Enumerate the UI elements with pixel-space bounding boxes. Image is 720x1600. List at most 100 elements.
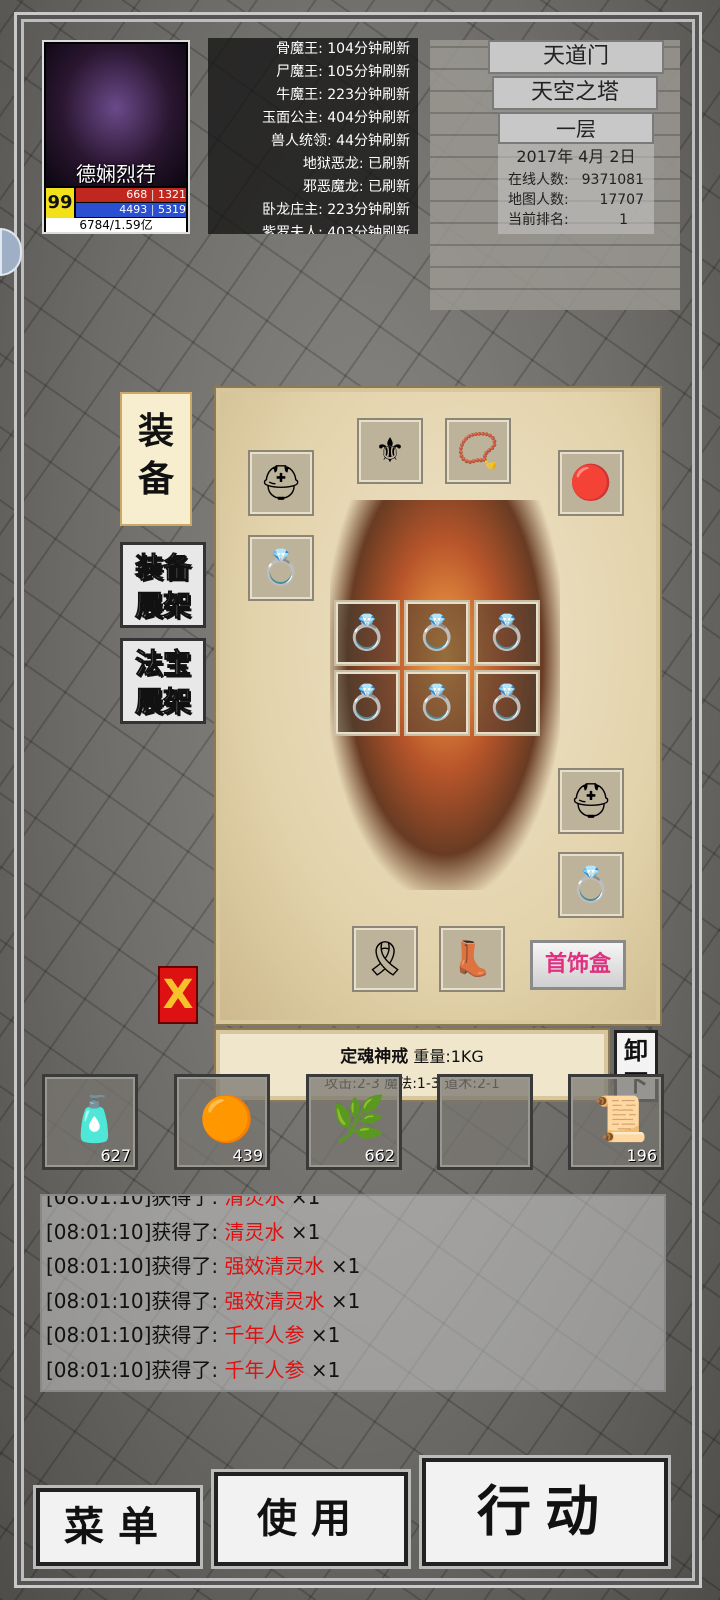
action-button[interactable]: 行动 <box>422 1458 668 1566</box>
log-time: [08:01:10]获得了: <box>46 1219 219 1244</box>
orb-icon: 🔴 <box>569 463 613 503</box>
treasure-shelf-button[interactable]: 法宝 展架 <box>120 638 206 724</box>
log-item: 强效清灵水 <box>224 1254 325 1278</box>
ring-icon: 💍 <box>415 683 459 723</box>
quickbar-slot-2[interactable]: 🟠 439 <box>174 1074 270 1170</box>
log-time: [08:01:10]获得了: <box>46 1323 219 1347</box>
mp-bar: 4493 | 5319 <box>76 203 186 217</box>
log-item: 千年人参 <box>224 1357 305 1382</box>
close-button[interactable]: X <box>158 966 198 1024</box>
necklace-icon: 📿 <box>456 431 500 471</box>
slot-medal[interactable]: ⚜ <box>357 418 423 484</box>
use-button[interactable]: 使用 <box>214 1472 408 1566</box>
boots-icon: 👢 <box>450 939 494 979</box>
ring-icon: 💍 <box>345 613 389 653</box>
hp-max: 1321 <box>158 188 186 201</box>
item-weight: 重量:1KG <box>413 1047 484 1066</box>
quickbar-slot-3[interactable]: 🌿 662 <box>306 1074 402 1170</box>
quickbar-slot-1[interactable]: 🧴 627 <box>42 1074 138 1170</box>
slot-ring-2[interactable]: 💍 <box>404 600 470 666</box>
boss-entry: 紫罗夫人: 403分钟刷新 <box>262 225 410 234</box>
log-line: [08:01:10]获得了: 清灵水 ×1 <box>42 1215 664 1250</box>
ring-icon: 💍 <box>259 548 303 588</box>
shelf-label-top: 法宝 <box>134 647 191 681</box>
quickbar-slot-4[interactable] <box>437 1074 533 1170</box>
equipment-shelf-button[interactable]: 装备 展架 <box>120 542 206 628</box>
slot-helmet[interactable]: ⛑ <box>248 450 314 516</box>
sect-label: 天道门 <box>488 40 664 74</box>
ring-icon: 💍 <box>415 613 459 653</box>
helmet-icon: ⛑ <box>259 463 303 503</box>
log-item: 千年人参 <box>224 1323 305 1347</box>
hp-current: 668 <box>126 188 148 201</box>
online-value: 9371081 <box>581 172 644 188</box>
shelf-label-bottom: 展架 <box>134 589 191 623</box>
log-item: 清灵水 <box>224 1219 285 1244</box>
game-date: 2017年 4月 2日 <box>516 147 636 166</box>
player-level: 99 <box>46 188 74 218</box>
slot-necklace[interactable]: 📿 <box>445 418 511 484</box>
shelf-label-top: 装备 <box>134 551 191 585</box>
slot-ring-3[interactable]: 💍 <box>474 600 540 666</box>
server-stats: 2017年 4月 2日 在线人数: 9371081 地图人数: 17707 当前排名… <box>498 144 654 234</box>
exp-readout: 6784/1.59亿 <box>46 218 186 232</box>
log-item: 强效清灵水 <box>224 1288 325 1313</box>
mp-current: 4493 <box>119 203 148 216</box>
hp-bar: 668 | 1321 <box>76 188 186 202</box>
map-pop-label: 地图人数: <box>508 192 569 208</box>
ginseng-icon: 🌿 <box>331 1094 386 1145</box>
log-qty: ×1 <box>290 1194 321 1209</box>
log-time: [08:01:10]获得了: <box>46 1357 219 1382</box>
log-time: [08:01:10]获得了: <box>46 1254 219 1278</box>
player-portrait[interactable]: 德娴烈荇 99 668 | 1321 4493 | 5319 6784/1.59… <box>42 40 190 234</box>
boss-entry: 玉面公主: 404分钟刷新 <box>262 110 410 126</box>
slot-ring-6[interactable]: 💍 <box>474 670 540 736</box>
boss-entry: 卧龙庄主: 223分钟刷新 <box>262 202 410 218</box>
slot-ring-right[interactable]: 💍 <box>558 852 624 918</box>
player-name: 德娴烈荇 <box>76 162 156 186</box>
log-line: [08:01:10]获得了: 千年人参 ×1 <box>42 1318 664 1353</box>
rank-value: 1 <box>619 212 628 228</box>
log-qty: ×1 <box>290 1219 321 1244</box>
system-log[interactable]: [08:01:10]获得了: 清灵水 ×1 [08:01:10]获得了: 清灵水… <box>40 1194 666 1392</box>
map-pop-value: 17707 <box>599 192 644 208</box>
belt-icon: 🎗 <box>363 939 407 979</box>
ring-icon: 💍 <box>569 865 613 905</box>
boss-entry: 兽人统领: 44分钟刷新 <box>271 133 410 149</box>
log-qty: ×1 <box>310 1323 341 1347</box>
item-count: 196 <box>626 1146 657 1165</box>
log-line: [08:01:10]获得了: 千年人参 ×1 <box>42 1353 664 1388</box>
boss-entry: 骨魔王: 104分钟刷新 <box>276 41 410 57</box>
log-qty: ×1 <box>310 1357 341 1382</box>
mp-max: 5319 <box>158 203 186 216</box>
slot-ring-5[interactable]: 💍 <box>404 670 470 736</box>
floor-label: 一层 <box>498 112 654 144</box>
boss-refresh-list[interactable]: 骨魔王: 104分钟刷新 尸魔王: 105分钟刷新 牛魔王: 223分钟刷新 玉… <box>208 38 418 234</box>
rank-label: 当前排名: <box>508 212 569 228</box>
slot-ring-left[interactable]: 💍 <box>248 535 314 601</box>
slot-belt[interactable]: 🎗 <box>352 926 418 992</box>
log-item: 清灵水 <box>224 1194 285 1209</box>
boss-entry: 地狱恶龙: 已刷新 <box>302 156 410 172</box>
item-name: 定魂神戒 <box>340 1047 409 1067</box>
slot-ring-4[interactable]: 💍 <box>334 670 400 736</box>
ring-icon: 💍 <box>345 683 389 723</box>
log-line: [08:01:10]获得了: 强效清灵水 ×1 <box>42 1249 664 1284</box>
item-stats: 攻击:2-3 魔法:1-3 道术:2-1 <box>324 1076 500 1092</box>
log-line: [08:01:10]获得了: 清灵水 ×1 <box>42 1194 664 1215</box>
log-time: [08:01:10]获得了: <box>46 1194 219 1209</box>
slot-orb[interactable]: 🔴 <box>558 450 624 516</box>
potion-icon: 🟠 <box>199 1094 254 1145</box>
quickbar-slot-5[interactable]: 📜 196 <box>568 1074 664 1170</box>
slot-ring-1[interactable]: 💍 <box>334 600 400 666</box>
slot-boots[interactable]: 👢 <box>439 926 505 992</box>
equipment-tab[interactable]: 装 备 <box>120 392 192 526</box>
menu-button[interactable]: 菜单 <box>36 1488 200 1566</box>
potion-icon: 🧴 <box>67 1094 122 1145</box>
slot-helmet-2[interactable]: ⛑ <box>558 768 624 834</box>
map-name: 天空之塔 <box>492 76 658 110</box>
accessory-box-button[interactable]: 首饰盒 <box>530 940 626 990</box>
log-qty: ×1 <box>330 1254 361 1278</box>
equipment-tab-char-2: 备 <box>137 459 174 500</box>
log-qty: ×1 <box>330 1288 361 1313</box>
